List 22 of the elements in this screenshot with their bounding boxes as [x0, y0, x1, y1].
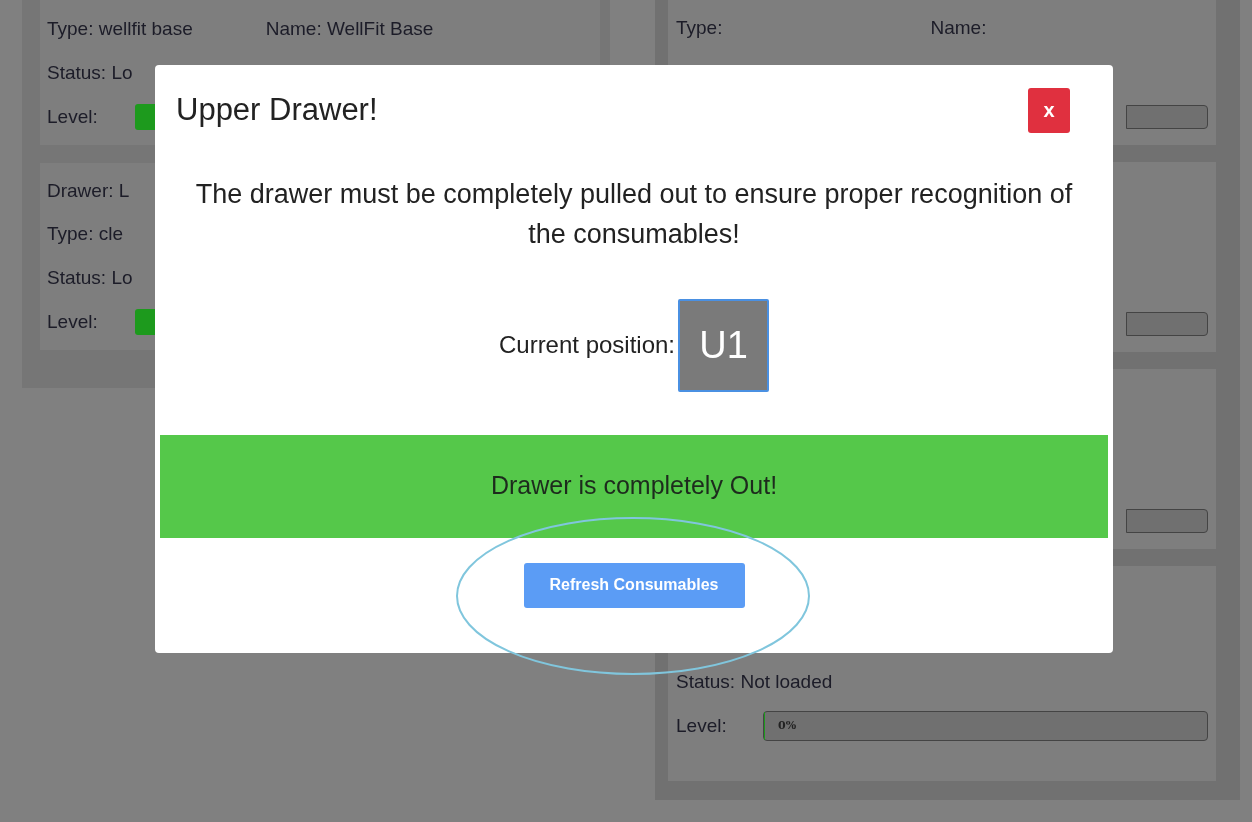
status-banner: Drawer is completely Out! [160, 434, 1108, 538]
info-label: Type: [676, 15, 723, 40]
level-bar [135, 309, 157, 336]
close-button[interactable]: x [1028, 87, 1070, 133]
level-label: Level: [676, 713, 728, 738]
position-label: Current position: [498, 330, 676, 360]
info-label: Name: [930, 15, 987, 40]
position-badge: U1 [678, 298, 770, 392]
level-label: Level: [47, 104, 99, 129]
info-label: Status: Lo [47, 266, 133, 291]
info-label: Name: WellFit Base [265, 16, 434, 41]
info-label: Type: cle [47, 222, 124, 247]
level-label: Level: [47, 309, 99, 334]
info-label: Type: wellfit base [47, 16, 193, 41]
info-label: Drawer: L [47, 178, 130, 203]
message-text: The drawer must be completely pulled out to ensure proper recognition of the consumables! [194, 177, 1074, 251]
level-bar [135, 104, 157, 130]
level-reading: 0% [778, 717, 797, 734]
refresh-button[interactable]: Refresh Consumables [523, 562, 745, 608]
info-label: Status: Lo [47, 60, 133, 85]
info-label: Status: Not loaded [676, 669, 833, 694]
dialog-title: Upper Drawer! [176, 91, 378, 129]
